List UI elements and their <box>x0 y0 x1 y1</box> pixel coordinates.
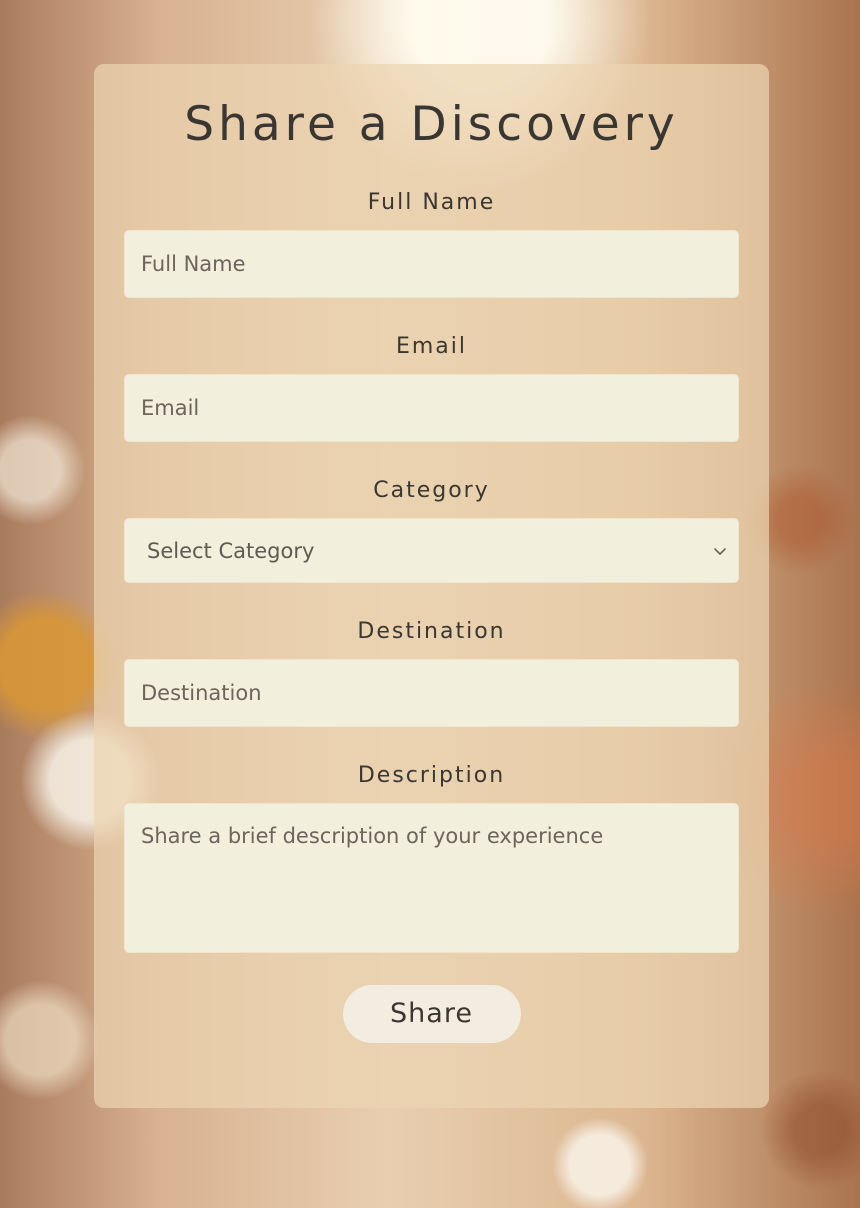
category-select[interactable]: Select Category <box>124 518 739 583</box>
description-field-group: Description Share a brief description of… <box>124 763 739 953</box>
full-name-input[interactable]: Full Name <box>124 230 739 298</box>
destination-field-group: Destination Destination <box>124 619 739 727</box>
email-placeholder: Email <box>141 396 200 420</box>
discovery-form-card: Share a Discovery Full Name Full Name Em… <box>94 64 769 1108</box>
description-label: Description <box>357 763 506 788</box>
email-input[interactable]: Email <box>124 374 739 442</box>
description-placeholder: Share a brief description of your experi… <box>141 824 604 848</box>
category-field-group: Category Select Category <box>124 478 739 583</box>
email-field-group: Email Email <box>124 334 739 442</box>
full-name-field-group: Full Name Full Name <box>124 190 739 298</box>
chevron-down-icon <box>714 547 726 555</box>
description-textarea[interactable]: Share a brief description of your experi… <box>124 803 739 953</box>
destination-placeholder: Destination <box>141 681 262 705</box>
category-selected-value: Select Category <box>147 538 315 563</box>
destination-input[interactable]: Destination <box>124 659 739 727</box>
form-title: Share a Discovery <box>184 97 679 152</box>
full-name-label: Full Name <box>367 190 496 215</box>
email-label: Email <box>395 334 468 359</box>
full-name-placeholder: Full Name <box>141 252 246 276</box>
destination-label: Destination <box>357 619 506 644</box>
share-button[interactable]: Share <box>342 985 521 1043</box>
category-label: Category <box>373 478 490 503</box>
